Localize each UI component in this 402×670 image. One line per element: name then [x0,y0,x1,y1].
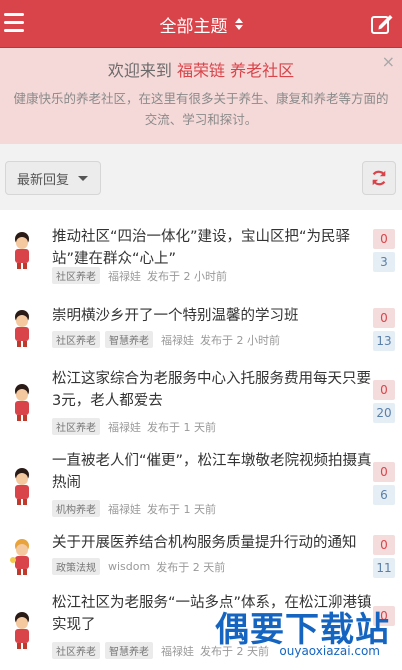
topic-tag[interactable]: 社区养老 [52,267,100,284]
topic-tag[interactable]: 社区养老 [52,642,100,659]
topic-title[interactable]: 崇明横沙乡开了一个特别温馨的学习班 [52,305,372,327]
welcome-prefix: 欢迎来到 [107,61,172,80]
reply-count: 0 [373,308,395,328]
post-time: 发布于 1 天前 [147,420,216,434]
avatar [15,612,29,649]
sort-label: 最新回复 [17,172,70,188]
compose-icon[interactable] [370,12,394,36]
topic-tag[interactable]: 社区养老 [52,331,100,348]
topic-tag[interactable]: 智慧养老 [105,331,153,348]
watermark: 偶要下载站 ouyaoxiazai.com [208,600,398,660]
topic-counts: 0 6 [373,462,395,505]
author-name[interactable]: 福禄娃 [161,643,194,659]
filter-bar: 最新回复 [0,144,402,210]
avatar [10,539,29,575]
topic-title[interactable]: 关于开展医养结合机构服务质量提升行动的通知 [52,532,372,554]
welcome-heading: 欢迎来到 福荣链 养老社区 [0,57,402,81]
list-item[interactable]: 崇明横沙乡开了一个特别温馨的学习班 社区养老 智慧养老 福禄娃 发布于 2 小时… [0,298,402,356]
avatar [15,384,29,421]
topic-counts: 0 13 [373,308,395,351]
topic-meta: 社区养老 智慧养老 福禄娃 发布于 2 小时前 [52,331,280,348]
topic-meta: 社区养老 福禄娃 发布于 1 天前 [52,418,216,435]
topic-tag[interactable]: 机构养老 [52,500,100,517]
reply-count: 0 [373,462,395,482]
topic-title[interactable]: 一直被老人们“催更”，松江车墩敬老院视频拍摄真热闹 [52,450,372,494]
topic-counts: 0 11 [373,535,395,578]
welcome-brand: 福荣链 养老社区 [177,61,295,80]
view-count: 11 [373,558,395,578]
author-name[interactable]: 福禄娃 [108,268,141,284]
dropdown-caret-icon [78,175,89,181]
view-count: 6 [373,485,395,505]
list-item[interactable]: 松江这家综合为老服务中心入托服务费用每天只要3元，老人都爱去 社区养老 福禄娃 … [0,362,402,438]
post-time: 发布于 1 天前 [147,502,216,516]
top-bar: 全部主题 [0,0,402,48]
reply-count: 0 [373,380,395,400]
author-name[interactable]: wisdom [108,560,150,573]
sort-caret-icon [234,18,243,30]
topic-title[interactable]: 松江这家综合为老服务中心入托服务费用每天只要3元，老人都爱去 [52,368,372,412]
topic-tag[interactable]: 政策法规 [52,558,100,575]
view-count: 20 [373,403,395,423]
sort-dropdown-button[interactable]: 最新回复 [5,161,101,195]
topic-tag[interactable]: 智慧养老 [105,642,153,659]
view-count: 3 [373,252,395,272]
author-name[interactable]: 福禄娃 [108,501,141,517]
reply-count: 0 [373,229,395,249]
topic-meta: 社区养老 福禄娃 发布于 2 小时前 [52,267,227,284]
welcome-description: 健康快乐的养老社区，在这里有很多关于养生、康复和养老等方面的交流、学习和探讨。 [13,91,389,127]
refresh-icon [372,170,386,186]
topic-meta: 机构养老 福禄娃 发布于 1 天前 [52,500,216,517]
topic-counts: 0 20 [373,380,395,423]
avatar [15,232,29,269]
page-title: 全部主题 [159,16,228,37]
avatar [15,468,29,505]
topic-tag[interactable]: 社区养老 [52,418,100,435]
reply-count: 0 [373,535,395,555]
refresh-button[interactable] [362,161,396,195]
avatar [15,310,29,347]
welcome-banner: 欢迎来到 福荣链 养老社区 健康快乐的养老社区，在这里有很多关于养生、康复和养老… [0,48,402,144]
post-time: 发布于 2 小时前 [147,269,227,283]
post-time: 发布于 2 天前 [156,560,226,574]
close-banner-button[interactable]: × [382,54,395,70]
topic-title[interactable]: 推动社区“四治一体化”建设，宝山区把“为民驿站”建在群众“心上” [52,226,372,270]
author-name[interactable]: 福禄娃 [161,332,194,348]
topic-counts: 0 3 [373,229,395,272]
list-item[interactable]: 一直被老人们“催更”，松江车墩敬老院视频拍摄真热闹 机构养老 福禄娃 发布于 1… [0,446,402,522]
list-item[interactable]: 关于开展医养结合机构服务质量提升行动的通知 政策法规 wisdom 发布于 2 … [0,528,402,584]
watermark-url: ouyaoxiazai.com [279,644,380,658]
post-time: 发布于 2 小时前 [200,333,280,347]
topic-filter-dropdown[interactable]: 全部主题 [0,0,402,48]
topic-meta: 政策法规 wisdom 发布于 2 天前 [52,558,225,575]
list-item[interactable]: 推动社区“四治一体化”建设，宝山区把“为民驿站”建在群众“心上” 社区养老 福禄… [0,210,402,286]
view-count: 13 [373,331,395,351]
author-name[interactable]: 福禄娃 [108,419,141,435]
